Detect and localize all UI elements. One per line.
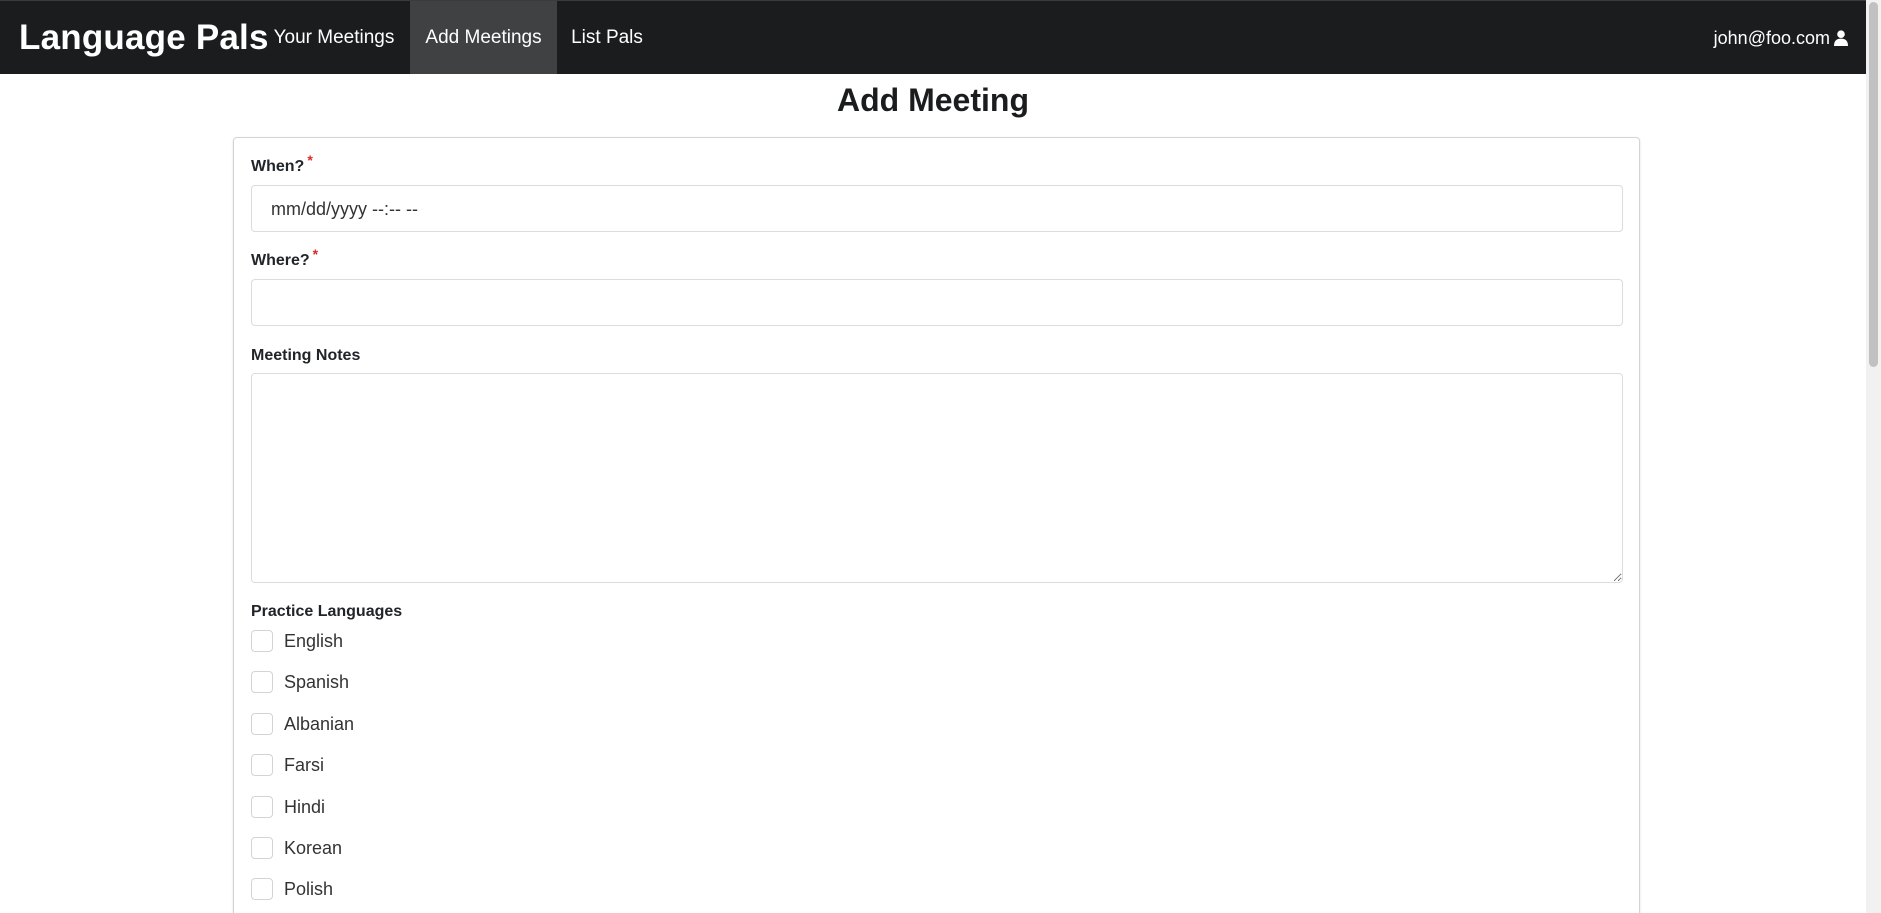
- hindi-checkbox[interactable]: [251, 796, 273, 818]
- user-icon: [1834, 29, 1848, 46]
- brand-logo[interactable]: Language Pals: [19, 1, 269, 74]
- user-email: john@foo.com: [1713, 27, 1830, 48]
- app-viewport: Language Pals Your Meetings Add Meetings…: [0, 0, 1881, 913]
- language-option-polish[interactable]: Polish: [251, 877, 333, 901]
- when-label: When? *: [251, 152, 313, 176]
- page-title: Add Meeting: [837, 82, 1029, 118]
- language-option-farsi[interactable]: Farsi: [251, 753, 324, 777]
- korean-checkbox[interactable]: [251, 837, 273, 859]
- albanian-checkbox[interactable]: [251, 713, 273, 735]
- where-label-text: Where?: [251, 252, 310, 269]
- language-option-hindi[interactable]: Hindi: [251, 795, 325, 819]
- top-navbar: Language Pals Your Meetings Add Meetings…: [0, 0, 1866, 74]
- language-label: Spanish: [284, 671, 350, 692]
- farsi-checkbox[interactable]: [251, 754, 273, 776]
- nav-your-meetings[interactable]: Your Meetings: [258, 1, 410, 74]
- required-marker: *: [307, 152, 313, 168]
- polish-checkbox[interactable]: [251, 878, 273, 900]
- language-option-english[interactable]: English: [251, 629, 343, 653]
- where-input[interactable]: [251, 279, 1623, 326]
- when-label-text: When?: [251, 158, 305, 175]
- language-label: Korean: [284, 837, 343, 858]
- when-datetime-value: mm/dd/yyyy --:-- --: [271, 199, 418, 219]
- meeting-notes-label: Meeting Notes: [251, 347, 361, 364]
- english-checkbox[interactable]: [251, 630, 273, 652]
- meeting-notes-textarea[interactable]: [251, 373, 1623, 583]
- language-label: Polish: [284, 878, 334, 899]
- nav-list-pals[interactable]: List Pals: [557, 1, 657, 74]
- language-option-korean[interactable]: Korean: [251, 836, 342, 860]
- language-label: English: [284, 630, 344, 651]
- language-label: Farsi: [284, 754, 324, 775]
- user-menu[interactable]: john@foo.com: [1714, 1, 1848, 74]
- scrollbar-thumb[interactable]: [1869, 2, 1878, 367]
- language-option-albanian[interactable]: Albanian: [251, 712, 354, 736]
- required-marker: *: [312, 246, 319, 262]
- language-option-spanish[interactable]: Spanish: [251, 670, 349, 694]
- nav-add-meetings[interactable]: Add Meetings: [410, 1, 557, 74]
- where-label: Where? *: [251, 246, 318, 270]
- language-label: Albanian: [284, 713, 355, 734]
- spanish-checkbox[interactable]: [251, 671, 273, 693]
- when-datetime-input[interactable]: mm/dd/yyyy --:-- --: [251, 185, 1623, 232]
- practice-languages-label: Practice Languages: [251, 603, 403, 620]
- page-scrollbar[interactable]: [1866, 0, 1881, 913]
- language-label: Hindi: [284, 796, 326, 817]
